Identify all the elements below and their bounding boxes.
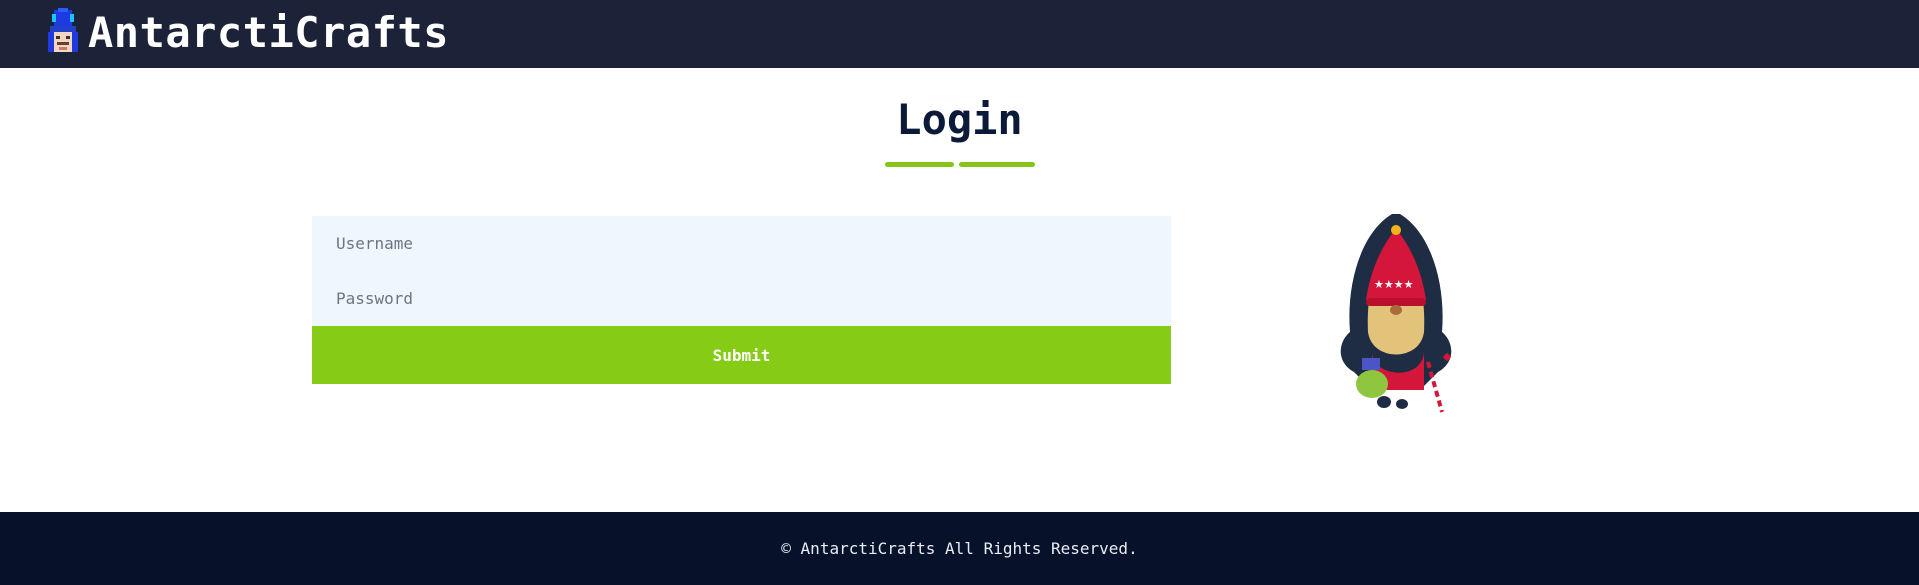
site-footer: © AntarctiCrafts All Rights Reserved. bbox=[0, 512, 1919, 585]
svg-text:★★★★: ★★★★ bbox=[1374, 278, 1414, 291]
site-header: AntarctiCrafts bbox=[0, 0, 1919, 68]
login-form: Submit bbox=[312, 216, 1171, 384]
gnome-icon: ★★★★ bbox=[1340, 214, 1452, 413]
brand-title[interactable]: AntarctiCrafts bbox=[88, 8, 449, 58]
copyright-text: © AntarctiCrafts All Rights Reserved. bbox=[781, 539, 1138, 558]
title-underline-right bbox=[959, 162, 1035, 167]
page-title: Login bbox=[896, 95, 1023, 144]
submit-button[interactable]: Submit bbox=[312, 326, 1171, 384]
title-underline-left bbox=[885, 162, 954, 167]
username-input[interactable] bbox=[312, 216, 1171, 271]
password-input[interactable] bbox=[312, 271, 1171, 326]
toy-soldier-icon bbox=[48, 8, 78, 52]
